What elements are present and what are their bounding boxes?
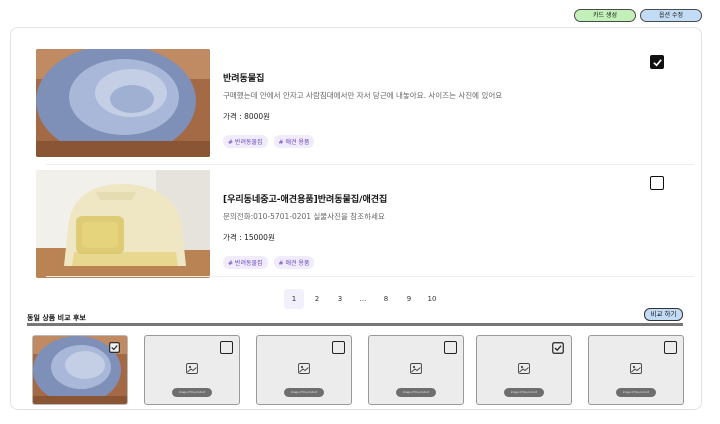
compare-slot[interactable]: image of the product (476, 335, 572, 405)
tag-chip[interactable]: # 반려동물집 (223, 135, 268, 148)
tag-chip[interactable]: # 반려동물집 (223, 256, 268, 269)
checkbox-empty-icon[interactable] (664, 341, 677, 354)
image-placeholder-icon (630, 363, 642, 374)
select-checkbox[interactable] (650, 55, 664, 69)
listing-tags: # 반려동물집 # 애견 용품 (223, 256, 315, 269)
tag-chip[interactable]: # 애견 용품 (273, 256, 315, 269)
create-card-button[interactable]: 카드 생성 (574, 9, 636, 22)
compare-slot[interactable] (32, 335, 128, 405)
compare-button[interactable]: 비교 하기 (644, 308, 683, 321)
compare-divider (27, 323, 683, 326)
listing-photo[interactable] (36, 170, 210, 278)
select-checkbox[interactable] (650, 176, 664, 190)
page-ellipsis: ... (359, 295, 367, 303)
compare-slot[interactable]: image of the product (588, 335, 684, 405)
listing-item[interactable]: [우리동네중고-애견용품]반려동물집/애견집 문의전화:010-5701-020… (36, 170, 686, 280)
image-placeholder-icon (298, 363, 310, 374)
tag-chip[interactable]: # 애견 용품 (273, 135, 315, 148)
image-placeholder-icon (518, 363, 530, 374)
checkbox-empty-icon[interactable] (332, 341, 345, 354)
image-placeholder-icon (186, 363, 198, 374)
slot-caption: image of the product (172, 388, 212, 397)
checkbox-empty-icon[interactable] (220, 341, 233, 354)
pagination: 1 2 3 ... 8 9 10 (284, 289, 442, 309)
listing-price: 가격 : 15000원 (223, 233, 275, 242)
page-button[interactable]: 10 (422, 289, 442, 309)
checkbox-checked-icon[interactable] (552, 342, 564, 354)
divider (46, 164, 694, 165)
image-placeholder-icon (410, 363, 422, 374)
listing-price: 가격 : 8000원 (223, 112, 271, 121)
listing-title[interactable]: [우리동네중고-애견용품]반려동물집/애견집 (223, 192, 387, 205)
listing-title[interactable]: 반려동물집 (223, 71, 264, 84)
checkbox-empty-icon[interactable] (444, 341, 457, 354)
page-button[interactable]: 1 (284, 289, 304, 309)
page-button[interactable]: 8 (376, 289, 396, 309)
slot-caption: image of the product (284, 388, 324, 397)
compare-slot[interactable]: image of the product (144, 335, 240, 405)
listing-description: 구매했는데 안에서 안자고 사람침대에서만 자서 당근에 내놓아요. 사이즈는 … (223, 91, 503, 100)
top-actions: 카드 생성 옵션 수정 (574, 9, 702, 22)
checkbox-checked-icon[interactable] (109, 342, 120, 353)
compare-section-title: 동일 상품 비교 후보 (27, 314, 86, 322)
listing-tags: # 반려동물집 # 애견 용품 (223, 135, 315, 148)
listing-photo[interactable] (36, 49, 210, 157)
listing-description: 문의전화:010-5701-0201 실물사진을 참조하세요 (223, 212, 385, 221)
listing-item[interactable]: 반려동물집 구매했는데 안에서 안자고 사람침대에서만 자서 당근에 내놓아요.… (36, 49, 686, 159)
divider (46, 276, 694, 277)
page-button[interactable]: 9 (399, 289, 419, 309)
slot-caption: image of the product (396, 388, 436, 397)
compare-slot[interactable]: image of the product (256, 335, 352, 405)
page-button[interactable]: 2 (307, 289, 327, 309)
slot-caption: image of the product (616, 388, 656, 397)
page-button[interactable]: 3 (330, 289, 350, 309)
compare-slot[interactable]: image of the product (368, 335, 464, 405)
slot-caption: image of the product (504, 388, 544, 397)
edit-options-button[interactable]: 옵션 수정 (640, 9, 702, 22)
checkbox-checked-icon (652, 58, 662, 66)
